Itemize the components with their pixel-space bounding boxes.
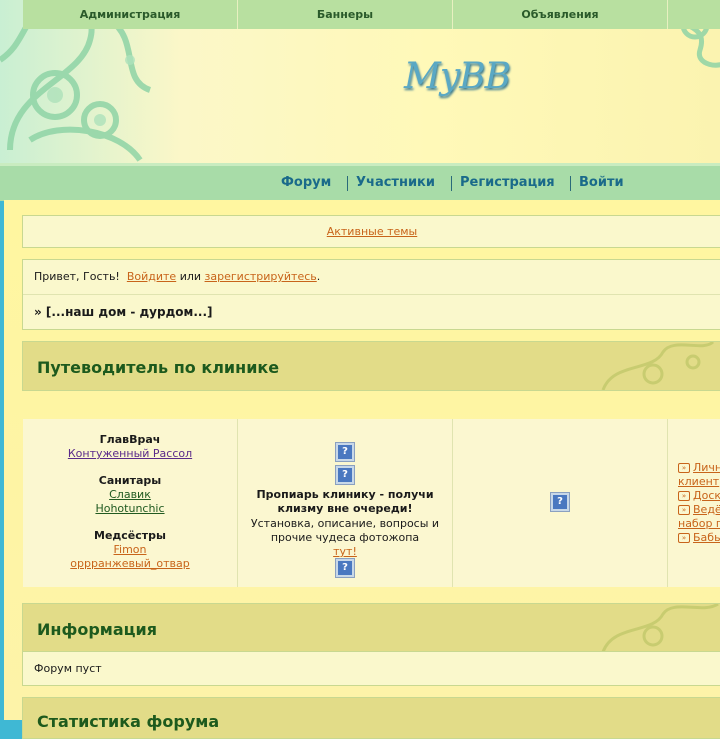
- orderlies-title: Санитары: [98, 474, 162, 487]
- fourth-link-1b[interactable]: клиент: [678, 475, 719, 488]
- promo-link[interactable]: тут!: [238, 545, 452, 558]
- chief-title: ГлавВрач: [99, 433, 161, 446]
- site-logo[interactable]: MyBB: [404, 56, 511, 97]
- orderly-link-1[interactable]: Славик: [23, 488, 237, 501]
- fourth-link-4[interactable]: Бабы: [693, 531, 720, 544]
- promo-title: Пропиарь клинику - получи клизму вне оче…: [256, 488, 434, 515]
- breadcrumb: » [...наш дом - дурдом...]: [34, 305, 213, 319]
- ornament-header: [601, 604, 719, 652]
- image-placeholder-icon[interactable]: ?: [336, 443, 354, 461]
- orderly-link-2[interactable]: Hohotunchic: [23, 502, 237, 515]
- column-header-announcements: Объявления: [453, 0, 668, 29]
- welcome-or: или: [179, 270, 202, 283]
- arrow-icon: »: [678, 463, 690, 473]
- stats-title: Статистика форума: [37, 712, 220, 731]
- nurse-link-2[interactable]: оррранжевый_отвар: [23, 557, 237, 570]
- nav-separator: [347, 176, 348, 191]
- nurse-link-1[interactable]: Fimon: [23, 543, 237, 556]
- column-header-admin: Администрация: [23, 0, 238, 29]
- welcome-box: Привет, Гость! Войдите или зарегистрируй…: [22, 259, 720, 330]
- welcome-greeting: Привет, Гость!: [34, 270, 120, 283]
- nav-separator: [570, 176, 571, 191]
- arrow-icon: »: [678, 491, 690, 501]
- active-topics-bar: Активные темы: [22, 215, 720, 248]
- promo-desc: Установка, описание, вопросы и прочие чу…: [250, 517, 440, 544]
- guide-category-header: Путеводитель по клинике: [22, 341, 720, 391]
- arrow-icon: »: [678, 533, 690, 543]
- arrow-icon: »: [678, 505, 690, 515]
- fourth-column: » Личн клиент » Доск » Ведё набор п » Бабы: [668, 419, 720, 587]
- info-text: Форум пуст: [34, 662, 102, 675]
- fourth-link-1[interactable]: Личн: [693, 461, 720, 474]
- fourth-link-2[interactable]: Доск: [693, 489, 720, 502]
- column-header-banners: Баннеры: [238, 0, 453, 29]
- nurses-title: Медсёстры: [94, 529, 166, 542]
- fourth-link-3[interactable]: Ведё: [693, 503, 720, 516]
- nav-separator: [451, 176, 452, 191]
- chief-link[interactable]: Контуженный Рассол: [23, 447, 237, 460]
- image-placeholder-icon[interactable]: ?: [336, 466, 354, 484]
- announcements-column: ?: [453, 419, 668, 587]
- info-box: Форум пуст: [22, 651, 720, 686]
- ornament-header: [601, 342, 715, 390]
- banners-column: ? ? Пропиарь клинику - получи клизму вне…: [238, 419, 453, 587]
- stats-category-header: Статистика форума: [22, 697, 720, 739]
- login-link[interactable]: Войдите: [127, 270, 176, 283]
- active-topics-link[interactable]: Активные темы: [327, 225, 418, 238]
- fourth-link-3b[interactable]: набор п: [678, 517, 720, 530]
- image-placeholder-icon[interactable]: ?: [551, 493, 569, 511]
- info-title: Информация: [37, 620, 157, 639]
- nav-members[interactable]: Участники: [356, 175, 435, 190]
- image-placeholder-icon[interactable]: ?: [336, 559, 354, 577]
- welcome-dot: .: [316, 270, 321, 283]
- nav-login[interactable]: Войти: [579, 175, 624, 190]
- guide-title: Путеводитель по клинике: [37, 358, 280, 377]
- info-category-header: Информация: [22, 603, 720, 653]
- main-nav: Форум Участники Регистрация Войти: [0, 163, 720, 201]
- divider: [23, 294, 720, 295]
- nav-forum[interactable]: Форум: [281, 175, 331, 190]
- column-header-4: [668, 0, 720, 29]
- nav-register[interactable]: Регистрация: [460, 175, 555, 190]
- admin-column: ГлавВрач Контуженный Рассол Санитары Сла…: [23, 419, 238, 587]
- register-link[interactable]: зарегистрируйтесь: [205, 270, 317, 283]
